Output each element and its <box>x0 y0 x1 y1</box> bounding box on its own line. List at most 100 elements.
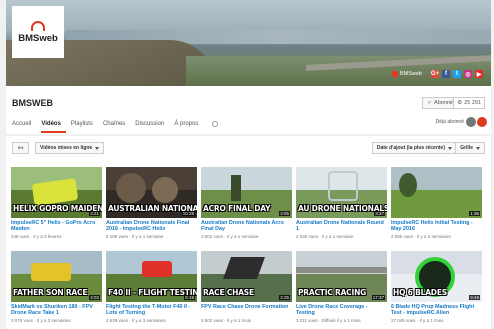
instagram-icon[interactable]: ◎ <box>464 70 472 78</box>
video-meta: 2 629 vues · Il y a 3 semaines <box>106 318 166 323</box>
video-duration: 4:02 <box>89 295 100 300</box>
tab-0[interactable]: Accueil <box>12 119 36 133</box>
subscribed-text: Déjà abonné <box>435 119 464 125</box>
video-thumbnail[interactable]: HELIX GOPRO MAIDEN 3:21 <box>11 167 102 218</box>
thumbnail-overlay-text: PRACTIC RACING <box>298 288 367 297</box>
search-icon[interactable] <box>212 121 219 127</box>
subscriber-count-value: 25 291 <box>464 100 481 106</box>
video-row-1: HELIX GOPRO MAIDEN 3:21 ImpulseRC 5" Helix… <box>11 167 482 239</box>
thumbnail-sky <box>201 167 292 190</box>
website-label: BMSweb <box>399 71 422 77</box>
channel-header: BMSWEB ✓ Abonné ⚙ 25 291 Accueil Vidéos Pl… <box>6 86 491 134</box>
video-row-2: FATHER SON RACE 4:02 SkidMark vs Shuriken … <box>11 251 482 323</box>
website-link[interactable]: BMSweb <box>391 71 422 77</box>
settings-gear-icon[interactable]: ⚙ <box>457 100 462 106</box>
video-duration: 3:05 <box>279 211 290 216</box>
sort-dropdown[interactable]: Date d'ajout (la plus récente) <box>371 142 457 154</box>
video-thumbnail[interactable]: RACE CHASE 2:25 <box>201 251 292 302</box>
video-title[interactable]: ImpulseRC Helix Initial Testing - May 20… <box>391 220 482 233</box>
video-title[interactable]: FPV Race Chase Drone Formation <box>201 304 292 317</box>
user-avatar[interactable] <box>466 117 476 127</box>
video-meta: 2 595 vues · Il y a 2 semaines <box>391 234 451 239</box>
video-thumbnail[interactable]: PRACTIC RACING 17:37 <box>296 251 387 302</box>
channel-tabs: Accueil Vidéos Playlists Chaînes Discussion À… <box>12 119 219 133</box>
video-card[interactable]: PRACTIC RACING 17:37 Live Drone Race Cover… <box>296 251 387 323</box>
sort-label: Date d'ajout (la plus récente) <box>376 145 445 151</box>
tab-5[interactable]: À propos <box>174 119 203 133</box>
video-title[interactable]: Live Drone Race Coverage - Testing <box>296 304 387 317</box>
check-icon: ✓ <box>427 100 433 106</box>
logo-text: BMSweb <box>18 32 58 44</box>
twitter-icon[interactable]: t <box>453 70 461 78</box>
video-duration: 17:37 <box>371 295 385 300</box>
video-duration: 10:28 <box>181 211 195 216</box>
thumbnail-overlay-text: RACE CHASE <box>203 288 254 297</box>
video-card[interactable]: HQ 6 BLADES 9:48 6 Blade HQ Prop Madness F… <box>391 251 482 323</box>
video-thumbnail[interactable]: HQ 6 BLADES 9:48 <box>391 251 482 302</box>
video-thumbnail[interactable]: ACRO FINAL DAY 3:05 <box>201 167 292 218</box>
video-meta: 3 076 vues · Il y a 3 semaines <box>11 318 71 323</box>
channel-logo[interactable]: BMSweb <box>12 6 64 58</box>
facebook-icon[interactable]: f <box>442 70 450 78</box>
tab-4[interactable]: Discussion <box>135 119 169 133</box>
view-label: Grille <box>460 145 473 151</box>
video-duration: 6:19 <box>184 295 195 300</box>
thumbnail-overlay-text: FATHER SON RACE <box>13 288 88 297</box>
chevron-down-icon <box>95 146 100 150</box>
video-meta: 3 502 vues · Il y a 1 semaine <box>201 234 259 239</box>
video-meta: 3 502 vues · Il y a 1 mois <box>201 318 252 323</box>
upload-filter-label: Vidéos mises en ligne <box>40 145 93 151</box>
video-card[interactable]: FATHER SON RACE 4:02 SkidMark vs Shuriken … <box>11 251 102 323</box>
video-card[interactable]: RACE CHASE 2:25 FPV Race Chase Drone Forma… <box>201 251 292 323</box>
video-card[interactable]: F40 II - FLIGHT TESTING 6:19 Flight Testin… <box>106 251 197 323</box>
back-arrow-icon[interactable]: ↤ <box>12 142 29 154</box>
video-meta: 27 045 vues · Il y a 1 mois <box>391 318 444 323</box>
chevron-down-icon <box>476 146 480 150</box>
video-duration: 3:27 <box>374 211 385 216</box>
video-duration: 3:21 <box>89 211 100 216</box>
video-thumbnail[interactable]: AUSTRALIAN NATIONALS10:28 <box>106 167 197 218</box>
thumbnail-overlay-text: ACRO FINAL DAY <box>203 204 271 213</box>
tab-1[interactable]: Vidéos <box>41 119 66 133</box>
gplus-icon[interactable]: G+ <box>431 70 439 78</box>
video-thumbnail[interactable]: F40 II - FLIGHT TESTING 6:19 <box>106 251 197 302</box>
tab-3[interactable]: Chaînes <box>103 119 130 133</box>
video-thumbnail[interactable]: AU DRONE NATIONALS 3:27 <box>296 167 387 218</box>
video-duration: 2:25 <box>279 295 290 300</box>
videos-panel: ↤ Vidéos mises en ligne Date d'ajout (la… <box>6 136 491 329</box>
website-icon <box>391 71 398 77</box>
channel-banner: BMSweb BMSweb G+ f t ◎ ▶ <box>6 0 491 86</box>
subscribe-label: Abonné <box>434 100 453 106</box>
video-title[interactable]: 6 Blade HQ Prop Madness Flight Test - im… <box>391 304 482 317</box>
video-duration: 1:36 <box>469 211 480 216</box>
signal-icon <box>31 20 45 31</box>
video-card[interactable]: ACRO FINAL DAY 3:05 Australian Drone Natio… <box>201 167 292 239</box>
banner-links: BMSweb G+ f t ◎ ▶ <box>391 70 483 78</box>
tab-2[interactable]: Playlists <box>71 119 98 133</box>
video-title[interactable]: SkidMark vs Shuriken 180 - FPV Drone Rac… <box>11 304 102 317</box>
video-card[interactable]: AU DRONE NATIONALS 3:27 Australian Drone N… <box>296 167 387 239</box>
video-meta: 6 189 vues · Il y a 1 semaine <box>106 234 164 239</box>
video-title[interactable]: Flight Testing the T-Motor F40 II - Lots… <box>106 304 197 317</box>
video-thumbnail[interactable]: FATHER SON RACE 4:02 <box>11 251 102 302</box>
video-title[interactable]: Australian Drone Nationals Round 1 <box>296 220 387 233</box>
subscriber-count: ⚙ 25 291 <box>453 97 485 109</box>
video-meta: 448 vues · Il y a 3 heures <box>11 234 62 239</box>
thumbnail-overlay-text: HQ 6 BLADES <box>393 288 447 297</box>
video-title[interactable]: Australian Drone Nationals Final 2016 - … <box>106 220 197 233</box>
video-meta: 4 035 vues · Il y a 1 semaine <box>296 234 354 239</box>
video-thumbnail[interactable]: 1:36 <box>391 167 482 218</box>
video-meta: 3 211 vues · Diffusé il y a 1 mois <box>296 318 361 323</box>
video-card[interactable]: 1:36 ImpulseRC Helix Initial Testing - Ma… <box>391 167 482 239</box>
video-card[interactable]: HELIX GOPRO MAIDEN 3:21 ImpulseRC 5" Helix… <box>11 167 102 239</box>
video-duration: 9:48 <box>469 295 480 300</box>
channel-title: BMSWEB <box>12 98 53 108</box>
video-title[interactable]: ImpulseRC 5" Helix - GoPro Acro Maiden <box>11 220 102 233</box>
chevron-down-icon <box>448 146 452 150</box>
video-card[interactable]: AUSTRALIAN NATIONALS10:28 Australian Dron… <box>106 167 197 239</box>
youtube-icon[interactable]: ▶ <box>475 70 483 78</box>
notification-avatar[interactable] <box>477 117 487 127</box>
view-dropdown[interactable]: Grille <box>455 142 485 154</box>
video-title[interactable]: Australian Drone Nationals Acro Final Da… <box>201 220 292 233</box>
upload-filter-dropdown[interactable]: Vidéos mises en ligne <box>35 142 105 154</box>
